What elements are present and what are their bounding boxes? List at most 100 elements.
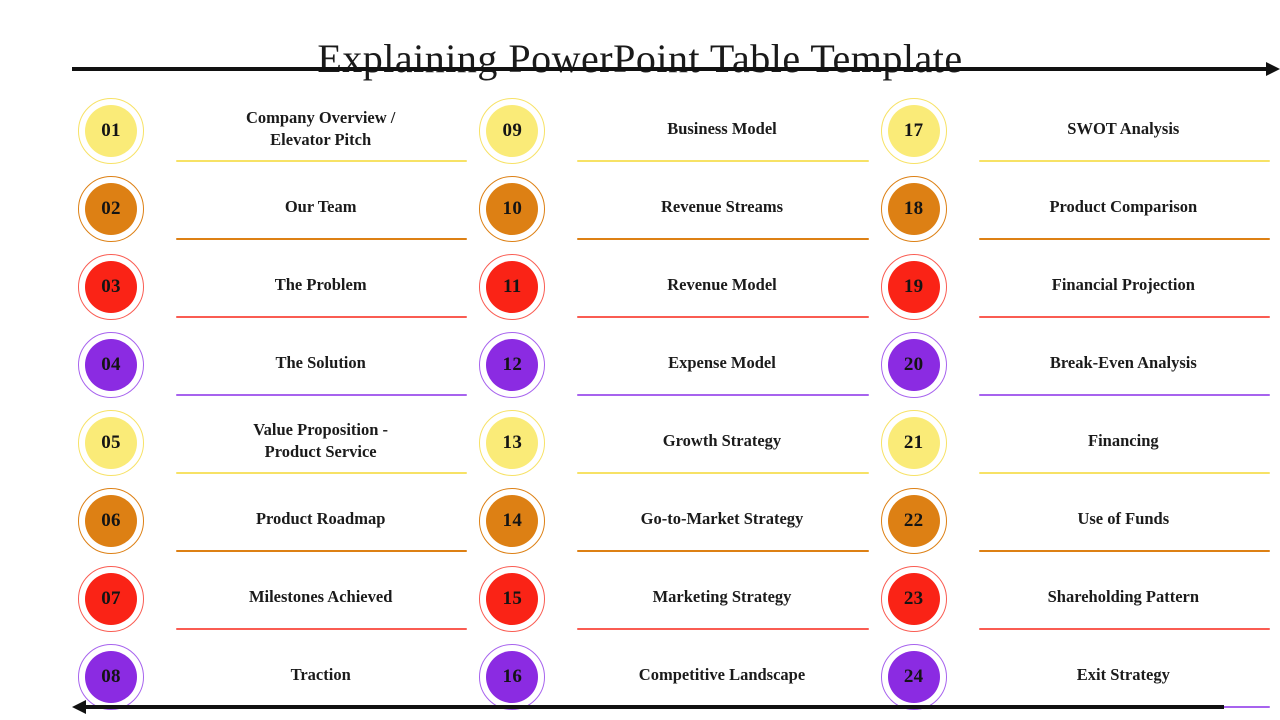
item-underline (978, 160, 1270, 162)
list-item[interactable]: 14 Go-to-Market Strategy (477, 482, 878, 560)
list-item[interactable]: 05 Value Proposition - Product Service (76, 404, 477, 482)
item-number-badge[interactable]: 21 (880, 410, 947, 476)
column-one: 01 Company Overview / Elevator Pitch 02 Our… (76, 92, 477, 716)
item-label: Growth Strategy (662, 431, 782, 451)
item-label: The Problem (274, 275, 367, 295)
bottom-divider-arrow (72, 700, 1224, 714)
item-number-badge[interactable]: 03 (78, 254, 144, 320)
item-underline (577, 238, 869, 240)
item-label: Business Model (667, 119, 777, 139)
item-number-badge[interactable]: 05 (78, 410, 144, 476)
item-underline (577, 316, 869, 318)
item-number-badge[interactable]: 15 (479, 566, 546, 632)
item-number: 16 (486, 651, 539, 703)
list-item[interactable]: 07 Milestones Achieved (76, 560, 477, 638)
item-label: Competitive Landscape (638, 665, 806, 685)
item-number: 13 (486, 417, 539, 469)
item-label: SWOT Analysis (1067, 119, 1180, 139)
item-label: Our Team (284, 197, 357, 217)
list-item[interactable]: 20 Break-Even Analysis (879, 326, 1280, 404)
item-label: Shareholding Pattern (1047, 587, 1200, 607)
list-item[interactable]: 22 Use of Funds (879, 482, 1280, 560)
list-item[interactable]: 12 Expense Model (477, 326, 878, 404)
list-item[interactable]: 17 SWOT Analysis (879, 92, 1280, 170)
list-item[interactable]: 18 Product Comparison (879, 170, 1280, 248)
item-underline (176, 316, 468, 318)
list-item[interactable]: 10 Revenue Streams (477, 170, 878, 248)
list-item[interactable]: 06 Product Roadmap (76, 482, 477, 560)
item-number: 01 (85, 105, 137, 157)
list-item[interactable]: 03 The Problem (76, 248, 477, 326)
item-underline (176, 472, 468, 474)
list-item[interactable]: 09 Business Model (477, 92, 878, 170)
item-number: 09 (486, 105, 539, 157)
item-label: Revenue Model (667, 275, 777, 295)
item-number: 24 (887, 651, 940, 703)
item-number-badge[interactable]: 13 (479, 410, 546, 476)
item-number: 06 (85, 495, 137, 547)
item-number-badge[interactable]: 12 (479, 332, 546, 398)
item-number: 23 (887, 573, 940, 625)
list-item[interactable]: 02 Our Team (76, 170, 477, 248)
item-label: Financial Projection (1051, 275, 1195, 295)
item-label: Product Comparison (1049, 197, 1198, 217)
item-number: 05 (85, 417, 137, 469)
item-underline (176, 238, 468, 240)
item-label: Expense Model (668, 353, 776, 373)
item-number-badge[interactable]: 19 (880, 254, 947, 320)
item-underline (577, 628, 869, 630)
item-number: 10 (486, 183, 539, 235)
item-number-badge[interactable]: 07 (78, 566, 144, 632)
item-underline (176, 550, 468, 552)
item-number: 21 (887, 417, 940, 469)
item-underline (978, 628, 1270, 630)
item-number: 02 (85, 183, 137, 235)
bottom-divider-line (84, 705, 1224, 709)
item-label: Revenue Streams (660, 197, 784, 217)
item-number-badge[interactable]: 17 (880, 98, 947, 164)
item-underline (577, 550, 869, 552)
item-underline (176, 160, 468, 162)
item-number: 08 (85, 651, 137, 703)
item-number-badge[interactable]: 18 (880, 176, 947, 242)
item-label: Traction (290, 665, 351, 685)
item-label: Exit Strategy (1076, 665, 1170, 685)
list-item[interactable]: 04 The Solution (76, 326, 477, 404)
list-item[interactable]: 15 Marketing Strategy (477, 560, 878, 638)
item-label: Go-to-Market Strategy (640, 509, 804, 529)
list-item[interactable]: 23 Shareholding Pattern (879, 560, 1280, 638)
item-underline (978, 472, 1270, 474)
item-number: 03 (85, 261, 137, 313)
item-underline (176, 628, 468, 630)
list-item[interactable]: 11 Revenue Model (477, 248, 878, 326)
item-number-badge[interactable]: 11 (479, 254, 546, 320)
item-number-badge[interactable]: 14 (479, 488, 546, 554)
list-item[interactable]: 21 Financing (879, 404, 1280, 482)
items-grid: 01 Company Overview / Elevator Pitch 02 Our… (0, 92, 1280, 716)
item-label: The Solution (275, 353, 366, 373)
item-underline (577, 160, 869, 162)
arrow-left-icon (72, 700, 86, 714)
item-number-badge[interactable]: 06 (78, 488, 144, 554)
item-underline (978, 394, 1270, 396)
item-number-badge[interactable]: 02 (78, 176, 144, 242)
item-underline (577, 472, 869, 474)
item-number-badge[interactable]: 23 (880, 566, 947, 632)
top-divider-arrow (72, 62, 1280, 76)
item-number: 14 (486, 495, 539, 547)
list-item[interactable]: 19 Financial Projection (879, 248, 1280, 326)
list-item[interactable]: 13 Growth Strategy (477, 404, 878, 482)
item-number-badge[interactable]: 04 (78, 332, 144, 398)
item-underline (978, 238, 1270, 240)
item-number-badge[interactable]: 10 (479, 176, 546, 242)
item-number-badge[interactable]: 20 (880, 332, 947, 398)
item-number-badge[interactable]: 09 (479, 98, 546, 164)
item-number: 12 (486, 339, 539, 391)
item-number: 19 (887, 261, 940, 313)
item-number: 11 (486, 261, 539, 313)
item-number-badge[interactable]: 01 (78, 98, 144, 164)
item-label: Milestones Achieved (248, 587, 393, 607)
list-item[interactable]: 01 Company Overview / Elevator Pitch (76, 92, 477, 170)
item-number-badge[interactable]: 22 (880, 488, 947, 554)
column-three: 17 SWOT Analysis 18 Product Comparison 19 Fin… (879, 92, 1280, 716)
